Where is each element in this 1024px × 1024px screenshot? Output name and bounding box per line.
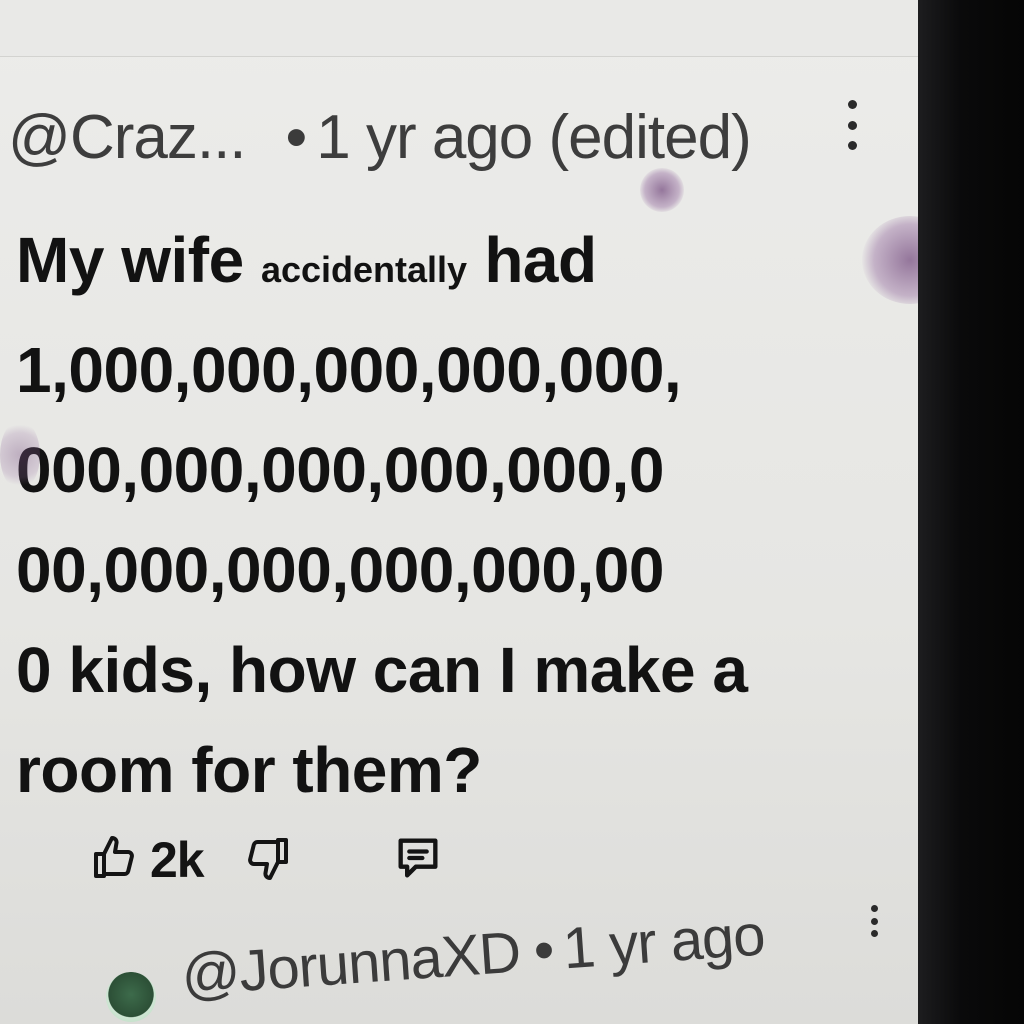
comment-line-6: room for them? bbox=[16, 734, 482, 806]
comment-text: My wife bbox=[16, 224, 244, 296]
comment-text-small: accidentally bbox=[260, 249, 468, 290]
phone-screen: @Craz... • 1 yr ago (edited) My wife acc… bbox=[0, 0, 922, 1024]
comment-line-4: 00,000,000,000,000,00 bbox=[16, 534, 664, 606]
meta-separator: • bbox=[531, 917, 556, 984]
comment-icon[interactable] bbox=[392, 832, 444, 889]
thumbs-up-icon[interactable] bbox=[90, 834, 138, 887]
comment-line-5: 0 kids, how can I make a bbox=[16, 634, 748, 706]
like-count: 2k bbox=[150, 832, 205, 888]
comment-line-3: 000,000,000,000,000,0 bbox=[16, 434, 664, 506]
comment-card: @Craz... • 1 yr ago (edited) My wife acc… bbox=[0, 82, 900, 962]
comment-timestamp: 1 yr ago (edited) bbox=[316, 103, 751, 172]
comment-actions: 2k bbox=[90, 830, 444, 890]
comment-line-2: 1,000,000,000,000,000, bbox=[16, 334, 682, 406]
thumbs-down-icon[interactable] bbox=[244, 834, 292, 887]
screen-smudge bbox=[640, 168, 684, 212]
previous-card-edge bbox=[0, 0, 922, 57]
comment-header: @Craz... • 1 yr ago (edited) bbox=[8, 102, 752, 173]
comment-text: had bbox=[484, 224, 597, 296]
phone-bezel bbox=[918, 0, 1024, 1024]
meta-separator: • bbox=[285, 103, 308, 172]
reply-author[interactable]: @JorunnaXD bbox=[179, 919, 522, 1009]
avatar[interactable] bbox=[106, 972, 156, 1022]
more-vertical-icon[interactable] bbox=[840, 100, 864, 150]
reply-comment: @JorunnaXD • 1 yr ago bbox=[100, 902, 920, 1024]
comment-body: My wife accidentally had 1,000,000,000,0… bbox=[16, 210, 836, 820]
screen-smudge bbox=[0, 420, 40, 490]
comment-author[interactable]: @Craz... bbox=[8, 102, 247, 173]
reply-timestamp: 1 yr ago bbox=[560, 902, 767, 982]
comment-line-1: My wife accidentally had bbox=[16, 210, 836, 320]
